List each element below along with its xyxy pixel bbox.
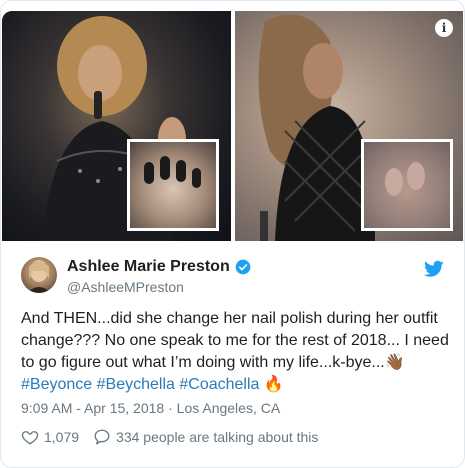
tweet-text: And THEN...did she change her nail polis… [21, 308, 449, 396]
tweet-meta: 9:09 AM - Apr 15, 2018 · Los Angeles, CA [21, 400, 280, 416]
tweet-timestamp[interactable]: 9:09 AM - Apr 15, 2018 [21, 400, 164, 416]
avatar[interactable] [21, 257, 57, 293]
nail-closeup-illustration-right [384, 162, 425, 196]
tweet-author[interactable]: Ashlee Marie Preston @AshleeMPreston [21, 257, 446, 297]
hashtag-coachella[interactable]: #Coachella [179, 376, 259, 393]
heart-icon [21, 431, 39, 445]
author-handle[interactable]: @AshleeMPreston [67, 279, 184, 295]
embedded-tweet-card: i Ashlee Marie Preston @AshleeMPreston A… [0, 0, 465, 468]
like-count: 1,079 [44, 429, 80, 445]
info-icon[interactable]: i [435, 19, 453, 37]
twitter-bird-icon[interactable] [424, 260, 444, 278]
reply-bubble-icon [94, 429, 110, 445]
fire-emoji: 🔥 [263, 376, 284, 393]
waving-hand-emoji: 👋🏾 [384, 354, 405, 371]
conversation-action[interactable]: 334 people are talking about this [93, 428, 318, 446]
verified-badge-icon [235, 259, 251, 275]
nail-closeup-inset-right [360, 139, 453, 231]
tweet-media[interactable]: i [2, 11, 463, 241]
meta-separator: · [168, 400, 173, 416]
tweet-location[interactable]: Los Angeles, CA [177, 400, 281, 416]
like-action[interactable]: 1,079 [21, 428, 79, 446]
avatar-illustration [27, 260, 51, 293]
tweet-actions: 1,079 334 people are talking about this [21, 428, 332, 446]
talking-count: 334 people are talking about this [116, 429, 319, 445]
tweet-photo-right[interactable]: i [234, 11, 463, 241]
tweet-photo-left[interactable] [2, 11, 231, 241]
hashtag-beyonce[interactable]: #Beyonce [21, 376, 92, 393]
author-name[interactable]: Ashlee Marie Preston [67, 258, 230, 276]
nail-closeup-inset-left [127, 139, 219, 231]
nail-closeup-illustration [144, 156, 201, 188]
hashtag-beychella[interactable]: #Beychella [97, 376, 175, 393]
